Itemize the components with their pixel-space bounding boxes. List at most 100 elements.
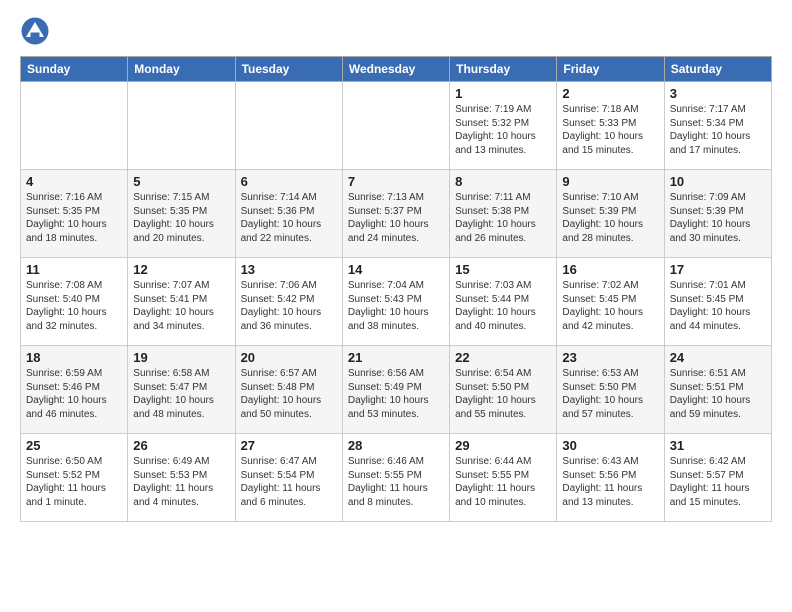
calendar-cell: 25Sunrise: 6:50 AM Sunset: 5:52 PM Dayli… — [21, 434, 128, 522]
calendar-cell: 21 Sunrise: 6:56 AM Sunset: 5:49 PM Dayli… — [342, 346, 449, 434]
calendar-cell — [235, 82, 342, 170]
day-header-sunday: Sunday — [21, 57, 128, 82]
calendar-cell: 3Sunrise: 7:17 AM Sunset: 5:34 PM Daylig… — [664, 82, 771, 170]
calendar-cell: 12Sunrise: 7:07 AM Sunset: 5:41 PM Dayli… — [128, 258, 235, 346]
calendar-cell: 5 Sunrise: 7:15 AM Sunset: 5:35 PM Daylig… — [128, 170, 235, 258]
day-number: 26 — [133, 438, 229, 453]
day-info: Sunrise: 6:53 AM Sunset: 5:50 PM Dayligh… — [562, 367, 658, 421]
day-number: 18 — [26, 350, 122, 365]
day-number: 21 — [348, 350, 444, 365]
calendar-cell: 11 Sunrise: 7:08 AM Sunset: 5:40 PM Dayli… — [21, 258, 128, 346]
day-header-friday: Friday — [557, 57, 664, 82]
calendar-body: 1 Sunrise: 7:19 AM Sunset: 5:32 PM Daylig… — [21, 82, 772, 522]
day-info: Sunrise: 7:15 AM Sunset: 5:35 PM Dayligh… — [133, 191, 229, 245]
calendar-cell — [21, 82, 128, 170]
day-number: 23 — [562, 350, 658, 365]
calendar-cell: 8 Sunrise: 7:11 AM Sunset: 5:38 PM Daylig… — [450, 170, 557, 258]
day-info: Sunrise: 7:06 AM Sunset: 5:42 PM Dayligh… — [241, 279, 337, 333]
day-number: 28 — [348, 438, 444, 453]
day-number: 8 — [455, 174, 551, 189]
calendar-cell: 10 Sunrise: 7:09 AM Sunset: 5:39 PM Dayli… — [664, 170, 771, 258]
calendar-cell: 22Sunrise: 6:54 AM Sunset: 5:50 PM Dayli… — [450, 346, 557, 434]
calendar-cell: 31Sunrise: 6:42 AM Sunset: 5:57 PM Dayli… — [664, 434, 771, 522]
day-info: Sunrise: 6:51 AM Sunset: 5:51 PM Dayligh… — [670, 367, 766, 421]
day-info: Sunrise: 6:59 AM Sunset: 5:46 PM Dayligh… — [26, 367, 122, 421]
day-info: Sunrise: 7:13 AM Sunset: 5:37 PM Dayligh… — [348, 191, 444, 245]
logo — [20, 16, 52, 46]
calendar-cell: 26 Sunrise: 6:49 AM Sunset: 5:53 PM Dayli… — [128, 434, 235, 522]
day-info: Sunrise: 6:43 AM Sunset: 5:56 PM Dayligh… — [562, 455, 658, 509]
day-info: Sunrise: 7:11 AM Sunset: 5:38 PM Dayligh… — [455, 191, 551, 245]
calendar-cell: 9 Sunrise: 7:10 AM Sunset: 5:39 PM Daylig… — [557, 170, 664, 258]
day-info: Sunrise: 6:58 AM Sunset: 5:47 PM Dayligh… — [133, 367, 229, 421]
day-number: 27 — [241, 438, 337, 453]
calendar-cell: 29Sunrise: 6:44 AM Sunset: 5:55 PM Dayli… — [450, 434, 557, 522]
calendar-cell: 28 Sunrise: 6:46 AM Sunset: 5:55 PM Dayli… — [342, 434, 449, 522]
day-info: Sunrise: 7:14 AM Sunset: 5:36 PM Dayligh… — [241, 191, 337, 245]
day-number: 9 — [562, 174, 658, 189]
day-number: 16 — [562, 262, 658, 277]
week-row-1: 1 Sunrise: 7:19 AM Sunset: 5:32 PM Daylig… — [21, 82, 772, 170]
calendar-cell: 4 Sunrise: 7:16 AM Sunset: 5:35 PM Daylig… — [21, 170, 128, 258]
calendar-cell: 1 Sunrise: 7:19 AM Sunset: 5:32 PM Daylig… — [450, 82, 557, 170]
logo-icon — [20, 16, 50, 46]
day-info: Sunrise: 7:10 AM Sunset: 5:39 PM Dayligh… — [562, 191, 658, 245]
day-info: Sunrise: 7:16 AM Sunset: 5:35 PM Dayligh… — [26, 191, 122, 245]
day-number: 11 — [26, 262, 122, 277]
day-number: 3 — [670, 86, 766, 101]
day-number: 29 — [455, 438, 551, 453]
day-number: 13 — [241, 262, 337, 277]
calendar-cell: 24 Sunrise: 6:51 AM Sunset: 5:51 PM Dayli… — [664, 346, 771, 434]
calendar-cell: 14 Sunrise: 7:04 AM Sunset: 5:43 PM Dayli… — [342, 258, 449, 346]
day-number: 4 — [26, 174, 122, 189]
calendar-cell: 13 Sunrise: 7:06 AM Sunset: 5:42 PM Dayli… — [235, 258, 342, 346]
day-info: Sunrise: 7:18 AM Sunset: 5:33 PM Dayligh… — [562, 103, 658, 157]
header — [20, 16, 772, 46]
calendar-cell: 27 Sunrise: 6:47 AM Sunset: 5:54 PM Dayli… — [235, 434, 342, 522]
day-number: 25 — [26, 438, 122, 453]
day-header-wednesday: Wednesday — [342, 57, 449, 82]
calendar-cell: 23 Sunrise: 6:53 AM Sunset: 5:50 PM Dayli… — [557, 346, 664, 434]
calendar-header: SundayMondayTuesdayWednesdayThursdayFrid… — [21, 57, 772, 82]
day-number: 24 — [670, 350, 766, 365]
page: SundayMondayTuesdayWednesdayThursdayFrid… — [0, 0, 792, 534]
day-info: Sunrise: 7:01 AM Sunset: 5:45 PM Dayligh… — [670, 279, 766, 333]
calendar-cell: 30 Sunrise: 6:43 AM Sunset: 5:56 PM Dayli… — [557, 434, 664, 522]
day-header-tuesday: Tuesday — [235, 57, 342, 82]
day-number: 31 — [670, 438, 766, 453]
week-row-2: 4 Sunrise: 7:16 AM Sunset: 5:35 PM Daylig… — [21, 170, 772, 258]
day-info: Sunrise: 6:46 AM Sunset: 5:55 PM Dayligh… — [348, 455, 444, 509]
day-info: Sunrise: 6:57 AM Sunset: 5:48 PM Dayligh… — [241, 367, 337, 421]
week-row-3: 11 Sunrise: 7:08 AM Sunset: 5:40 PM Dayli… — [21, 258, 772, 346]
day-header-monday: Monday — [128, 57, 235, 82]
day-info: Sunrise: 7:04 AM Sunset: 5:43 PM Dayligh… — [348, 279, 444, 333]
day-info: Sunrise: 7:19 AM Sunset: 5:32 PM Dayligh… — [455, 103, 551, 157]
day-info: Sunrise: 6:47 AM Sunset: 5:54 PM Dayligh… — [241, 455, 337, 509]
day-number: 5 — [133, 174, 229, 189]
calendar-cell: 17 Sunrise: 7:01 AM Sunset: 5:45 PM Dayli… — [664, 258, 771, 346]
day-info: Sunrise: 7:08 AM Sunset: 5:40 PM Dayligh… — [26, 279, 122, 333]
day-info: Sunrise: 6:56 AM Sunset: 5:49 PM Dayligh… — [348, 367, 444, 421]
week-row-5: 25Sunrise: 6:50 AM Sunset: 5:52 PM Dayli… — [21, 434, 772, 522]
day-number: 20 — [241, 350, 337, 365]
calendar-cell — [128, 82, 235, 170]
day-info: Sunrise: 6:49 AM Sunset: 5:53 PM Dayligh… — [133, 455, 229, 509]
day-header-thursday: Thursday — [450, 57, 557, 82]
week-row-4: 18 Sunrise: 6:59 AM Sunset: 5:46 PM Dayli… — [21, 346, 772, 434]
calendar-cell: 18 Sunrise: 6:59 AM Sunset: 5:46 PM Dayli… — [21, 346, 128, 434]
day-number: 2 — [562, 86, 658, 101]
header-row: SundayMondayTuesdayWednesdayThursdayFrid… — [21, 57, 772, 82]
calendar-cell: 15Sunrise: 7:03 AM Sunset: 5:44 PM Dayli… — [450, 258, 557, 346]
calendar-cell — [342, 82, 449, 170]
calendar-cell: 16Sunrise: 7:02 AM Sunset: 5:45 PM Dayli… — [557, 258, 664, 346]
day-info: Sunrise: 7:09 AM Sunset: 5:39 PM Dayligh… — [670, 191, 766, 245]
day-info: Sunrise: 7:03 AM Sunset: 5:44 PM Dayligh… — [455, 279, 551, 333]
day-number: 10 — [670, 174, 766, 189]
day-header-saturday: Saturday — [664, 57, 771, 82]
calendar-cell: 7Sunrise: 7:13 AM Sunset: 5:37 PM Daylig… — [342, 170, 449, 258]
day-number: 30 — [562, 438, 658, 453]
day-number: 14 — [348, 262, 444, 277]
day-number: 6 — [241, 174, 337, 189]
day-number: 1 — [455, 86, 551, 101]
day-number: 17 — [670, 262, 766, 277]
